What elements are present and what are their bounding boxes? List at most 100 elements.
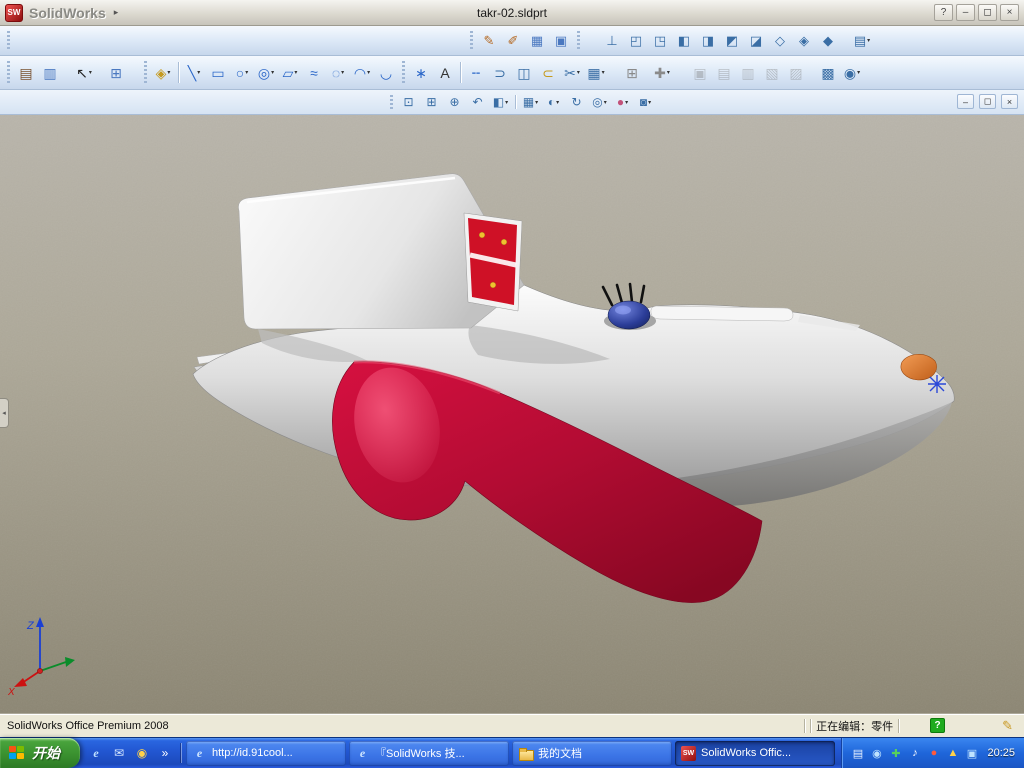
linear-sketch-pattern-icon[interactable]: ▦ ▾	[585, 60, 607, 85]
toolbar-separator	[460, 61, 461, 84]
toolbar-grip[interactable]	[390, 94, 393, 110]
sketch-picture-icon[interactable]: ▩	[817, 60, 839, 85]
3d-sketch-icon[interactable]: ✐	[502, 30, 524, 52]
task-pane-collapse-handle[interactable]: ◂	[0, 398, 9, 428]
centerline-icon[interactable]: ╌	[465, 60, 487, 85]
parallelogram-icon[interactable]: ▱ ▾	[279, 60, 301, 85]
front-view-icon[interactable]: ◰	[625, 30, 647, 52]
add-to-library-icon[interactable]: ▧	[761, 60, 783, 85]
outlook-express-icon[interactable]: ✉	[111, 745, 127, 761]
statusbar-separator	[810, 718, 812, 733]
back-view-icon[interactable]: ◳	[649, 30, 671, 52]
instant-3d-icon[interactable]: ▣	[550, 30, 572, 52]
view-toolbar: ⊡ ⊞ ⊕ ↶ ◧ ▾ ▦ ▾ ◐ ▾ ↻ ◎ ▾ ● ▾ ◙ ▾	[386, 91, 657, 113]
view-toolbar-strip: ⊡ ⊞ ⊕ ↶ ◧ ▾ ▦ ▾ ◐ ▾ ↻ ◎ ▾ ● ▾ ◙ ▾ – ◻ ×	[0, 90, 1024, 115]
bottom-view-icon[interactable]: ◪	[745, 30, 767, 52]
explode-block-icon[interactable]: ▨	[785, 60, 807, 85]
right-view-icon[interactable]: ◨	[697, 30, 719, 52]
antivirus-icon[interactable]: ✚	[888, 746, 903, 761]
taskbar-task[interactable]: e http://id.91cool...	[186, 740, 346, 766]
line-icon[interactable]: ╲ ▾	[183, 60, 205, 85]
doc-restore-button[interactable]: ◻	[979, 94, 996, 109]
maximize-button[interactable]: ◻	[978, 4, 997, 21]
zoom-to-fit-icon[interactable]: ⊡	[398, 92, 419, 112]
toolbar-grip[interactable]	[7, 30, 10, 51]
hide-show-items-icon[interactable]: ◎ ▾	[589, 92, 610, 112]
spline-icon[interactable]: ≈	[303, 60, 325, 85]
security-alert-icon[interactable]: ●	[926, 746, 941, 761]
sketch-icon[interactable]: ✎	[478, 30, 500, 52]
sketch-settings-icon[interactable]: ◉ ▾	[841, 60, 863, 85]
isometric-view-icon[interactable]: ◇	[769, 30, 791, 52]
rotate-view-icon[interactable]: ↻	[566, 92, 587, 112]
more-buttons-chevron-icon[interactable]: »	[157, 745, 173, 761]
toolbar-spacer	[584, 40, 600, 41]
taskbar-task[interactable]: SW SolidWorks Offic...	[675, 740, 835, 766]
section-view-icon[interactable]: ◧ ▾	[490, 92, 511, 112]
quick-tips-help-icon[interactable]: ?	[930, 718, 946, 733]
origin-marker	[928, 375, 946, 393]
select-icon[interactable]: ↖ ▾	[73, 60, 95, 85]
toolbar-grip[interactable]	[402, 61, 405, 84]
input-method-icon[interactable]: ▤	[850, 746, 865, 761]
reference-geometry-icon[interactable]: ▦	[526, 30, 548, 52]
internet-explorer-icon[interactable]: e	[88, 745, 104, 761]
ellipse-icon[interactable]: ◌ ▾	[327, 60, 349, 85]
zoom-in-out-icon[interactable]: ⊕	[444, 92, 465, 112]
toolbar-grip[interactable]	[577, 30, 580, 51]
doc-minimize-button[interactable]: –	[957, 94, 974, 109]
volume-icon[interactable]: ♪	[907, 746, 922, 761]
perimeter-circle-icon[interactable]: ◎ ▾	[255, 60, 277, 85]
mirror-entities-icon[interactable]: ◫	[513, 60, 535, 85]
convert-entities-icon[interactable]: ⊃	[489, 60, 511, 85]
edit-block-icon[interactable]: ▤	[713, 60, 735, 85]
edit-appearance-icon[interactable]: ● ▾	[612, 92, 633, 112]
messenger-icon[interactable]: ◉	[869, 746, 884, 761]
quick-snaps-icon[interactable]: ✚ ▾	[651, 60, 673, 85]
taskbar-task[interactable]: e 『SolidWorks 技...	[349, 740, 509, 766]
taskbar-clock[interactable]: 20:25	[987, 747, 1015, 759]
smart-dimension-icon[interactable]: ◈ ▾	[152, 60, 174, 85]
network-icon[interactable]: ▣	[964, 746, 979, 761]
apply-scene-icon[interactable]: ◙ ▾	[635, 92, 656, 112]
model-canvas[interactable]: Z X	[0, 115, 1024, 713]
statusbar-separator	[804, 718, 806, 733]
layer-properties-icon[interactable]: ▥	[39, 60, 61, 85]
toolbar-grip[interactable]	[470, 30, 473, 51]
grid-icon[interactable]: ⊞	[621, 60, 643, 85]
close-button[interactable]: ×	[1000, 4, 1019, 21]
graphics-viewport[interactable]: Z X ◂	[0, 115, 1024, 713]
media-player-icon[interactable]: ◉	[134, 745, 150, 761]
corner-rectangle-icon[interactable]: ▭	[207, 60, 229, 85]
doc-close-button[interactable]: ×	[1001, 94, 1018, 109]
top-view-icon[interactable]: ◩	[721, 30, 743, 52]
trim-entities-icon[interactable]: ✂ ▾	[561, 60, 583, 85]
view-orientation-icon[interactable]: ▤ ▾	[851, 30, 873, 52]
previous-view-icon[interactable]: ↶	[467, 92, 488, 112]
offset-entities-icon[interactable]: ⊂	[537, 60, 559, 85]
text-icon[interactable]: A	[434, 60, 456, 85]
insert-block-icon[interactable]: ▥	[737, 60, 759, 85]
taskbar-task[interactable]: 我的文档	[512, 740, 672, 766]
trimetric-view-icon[interactable]: ◈	[793, 30, 815, 52]
menu-expand-arrow-icon[interactable]: ▸	[114, 7, 119, 18]
normal-to-icon[interactable]: ⊥	[601, 30, 623, 52]
selection-filter-icon[interactable]: ⊞	[105, 60, 127, 85]
make-block-icon[interactable]: ▣	[689, 60, 711, 85]
circle-icon[interactable]: ○ ▾	[231, 60, 253, 85]
point-icon[interactable]: ∗	[410, 60, 432, 85]
dimetric-view-icon[interactable]: ◆	[817, 30, 839, 52]
tangent-arc-icon[interactable]: ◡	[375, 60, 397, 85]
start-button[interactable]: 开始	[0, 738, 80, 768]
view-orientation-icon[interactable]: ▦ ▾	[520, 92, 541, 112]
shield-icon[interactable]: ▲	[945, 746, 960, 761]
centerpoint-arc-icon[interactable]: ◠ ▾	[351, 60, 373, 85]
minimize-button[interactable]: –	[956, 4, 975, 21]
toolbar-grip[interactable]	[144, 61, 147, 84]
help-button[interactable]: ?	[934, 4, 953, 21]
left-view-icon[interactable]: ◧	[673, 30, 695, 52]
toolbar-grip[interactable]	[7, 61, 10, 84]
display-style-icon[interactable]: ◐ ▾	[543, 92, 564, 112]
line-format-icon[interactable]: ▤	[15, 60, 37, 85]
zoom-to-area-icon[interactable]: ⊞	[421, 92, 442, 112]
